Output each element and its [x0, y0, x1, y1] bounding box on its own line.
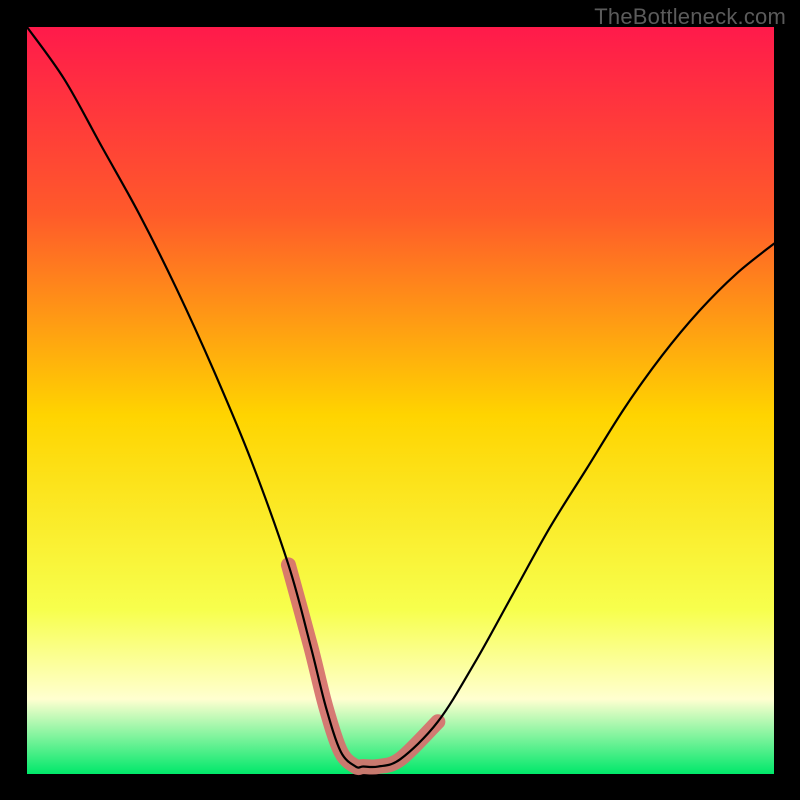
watermark-text: TheBottleneck.com	[594, 4, 786, 30]
chart-frame: { "watermark": "TheBottleneck.com", "col…	[0, 0, 800, 800]
plot-background	[27, 27, 774, 774]
bottleneck-chart	[0, 0, 800, 800]
